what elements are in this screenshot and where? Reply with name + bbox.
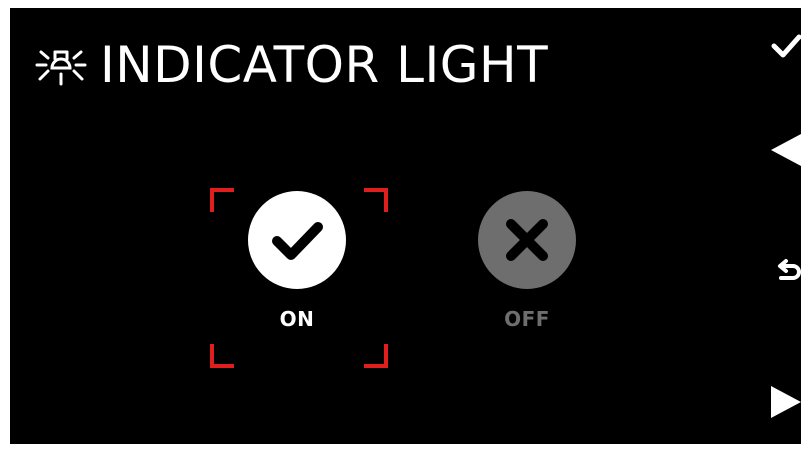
device-frame: INDICATOR LIGHT ON OFF <box>0 0 801 453</box>
option-on-label: ON <box>279 307 315 331</box>
checkmark-icon <box>771 34 801 58</box>
light-bulb-icon <box>35 50 87 86</box>
page-title: INDICATOR LIGHT <box>100 36 549 94</box>
option-on-circle[interactable] <box>248 191 346 289</box>
selection-corner-bottom-right <box>364 344 388 368</box>
screen: INDICATOR LIGHT ON OFF <box>10 8 801 444</box>
title-row: INDICATOR LIGHT <box>34 30 548 100</box>
selection-corner-top-left <box>210 188 234 212</box>
option-off[interactable]: OFF <box>472 191 582 331</box>
confirm-button[interactable] <box>753 22 801 70</box>
left-arrow-icon <box>771 134 801 166</box>
selection-corner-bottom-left <box>210 344 234 368</box>
back-icon <box>778 259 801 280</box>
option-on[interactable]: ON <box>242 191 352 331</box>
option-off-circle[interactable] <box>478 191 576 289</box>
next-button[interactable] <box>753 378 801 426</box>
x-icon <box>506 219 548 261</box>
back-button[interactable] <box>753 248 801 296</box>
selection-corner-top-right <box>364 188 388 212</box>
right-arrow-icon <box>771 386 801 418</box>
check-icon <box>272 222 323 260</box>
previous-button[interactable] <box>753 126 801 174</box>
option-off-label: OFF <box>504 307 550 331</box>
